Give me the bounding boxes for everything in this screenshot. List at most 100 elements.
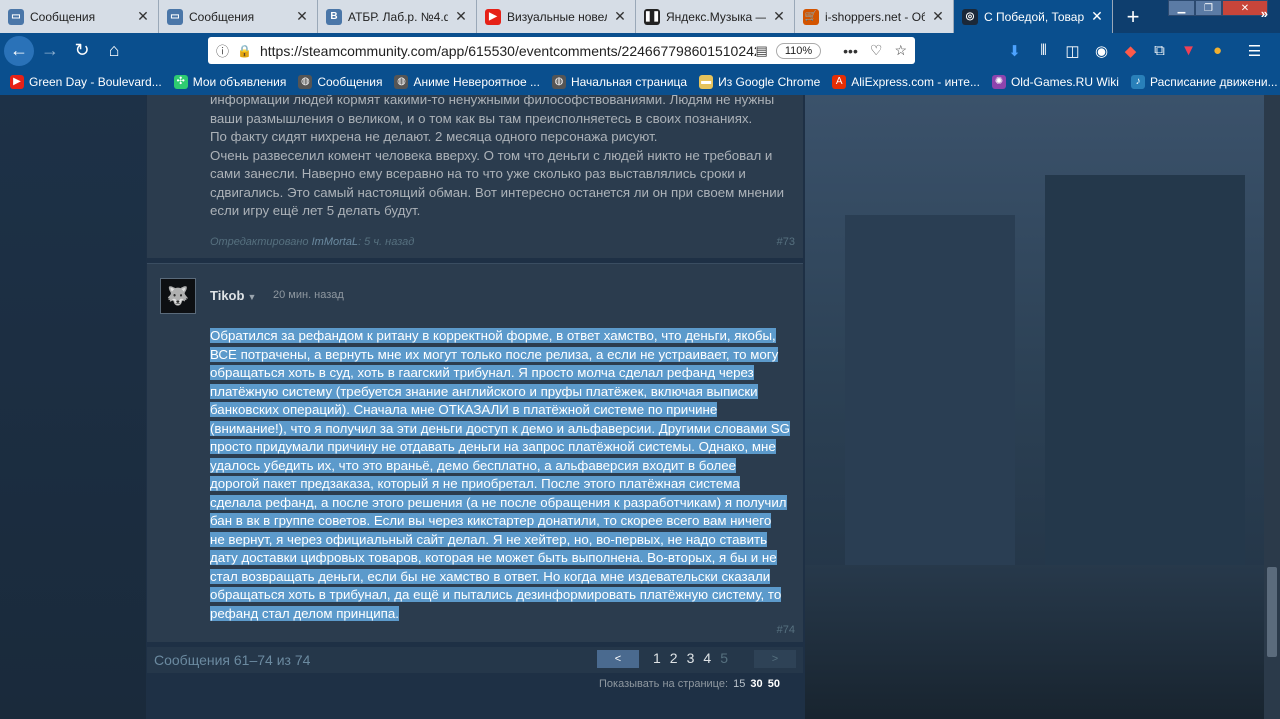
close-tab-icon[interactable]: ✕	[931, 8, 945, 25]
edited-note: Отредактировано ImMortaL: 5 ч. назад	[210, 236, 414, 248]
comment-number[interactable]: #74	[777, 624, 795, 636]
tab-5[interactable]: ❚❚ Яндекс.Музыка — р ✕	[636, 0, 795, 33]
tab-3[interactable]: В АТБР. Лаб.р. №4.do ✕	[318, 0, 477, 33]
ublock-icon[interactable]: ◆	[1116, 42, 1145, 60]
close-tab-icon[interactable]: ✕	[772, 8, 786, 25]
chevron-down-icon[interactable]: ▼	[247, 292, 256, 302]
reader-view-icon[interactable]: ▤	[756, 43, 768, 59]
close-tab-icon[interactable]: ✕	[136, 8, 150, 25]
per-page-option-50[interactable]: 50	[768, 678, 780, 690]
prev-page-button[interactable]: <	[597, 650, 639, 668]
close-tab-icon[interactable]: ✕	[1090, 8, 1104, 25]
selected-text: бан в вк в группе советов. Если вы через…	[210, 513, 772, 528]
page-link-2[interactable]: 2	[670, 650, 678, 666]
bookmark-item[interactable]: ♪ Расписание движени...	[1130, 74, 1278, 89]
bookmark-item[interactable]: ✣ Мои объявления	[173, 74, 287, 89]
chevron-right-icon[interactable]: »	[1261, 6, 1268, 21]
edited-author-link[interactable]: ImMortaL	[312, 236, 358, 248]
avatar[interactable]: 🐺	[160, 278, 196, 314]
bookmark-label[interactable]: Green Day - Boulevard...	[29, 75, 162, 89]
pocket-save-icon[interactable]: ▼	[1174, 42, 1203, 59]
close-tab-icon[interactable]: ✕	[454, 8, 468, 25]
tab-4[interactable]: ▶ Визуальные новелл ✕	[477, 0, 636, 33]
bookmark-label[interactable]: AliExpress.com - инте...	[851, 75, 980, 89]
per-page-option-30[interactable]: 30	[750, 678, 762, 690]
bookmark-label[interactable]: Из Google Chrome	[718, 75, 820, 89]
download-icon[interactable]: ⬇	[1000, 42, 1029, 60]
comment-line: (внимание!), что я получил за эти деньги…	[210, 420, 800, 439]
bookmark-item[interactable]: ◍ Аниме Невероятное ...	[394, 74, 540, 89]
forward-button[interactable]: →	[34, 36, 66, 66]
tab-1[interactable]: ▭ Сообщения ✕	[0, 0, 159, 33]
reload-button[interactable]: ↻	[66, 36, 98, 66]
back-button[interactable]: ←	[4, 35, 34, 66]
youtube-icon: ▶	[485, 8, 501, 25]
extension-icon[interactable]: ◉	[1087, 42, 1116, 60]
tab-7[interactable]: ◎ С Победой, Товари ✕	[954, 0, 1113, 33]
per-page-option-15[interactable]: 15	[733, 678, 745, 690]
tab-title[interactable]: Яндекс.Музыка — р	[666, 10, 766, 24]
bookmark-label[interactable]: Расписание движени...	[1150, 75, 1278, 89]
url-text[interactable]: https://steamcommunity.com/app/615530/ev…	[260, 43, 756, 59]
selected-text: просто придумали причину не отдавать ден…	[210, 439, 776, 454]
selected-text: стал возвращать деньги, если бы не хамст…	[210, 568, 771, 584]
selected-text: удалось убедить их, что это враньё, демо…	[210, 457, 737, 473]
library-icon[interactable]: ⫴	[1029, 42, 1058, 59]
tab-title[interactable]: АТБР. Лаб.р. №4.do	[348, 10, 448, 24]
page-link-4[interactable]: 4	[703, 650, 711, 666]
bookmark-item[interactable]: ◍ Сообщения	[298, 74, 382, 89]
page-link-3[interactable]: 3	[687, 650, 695, 666]
tab-title[interactable]: Сообщения	[189, 10, 289, 24]
background-art	[805, 95, 1264, 719]
home-button[interactable]: ⌂	[98, 36, 130, 66]
chat-icon: ▭	[167, 8, 183, 25]
author-name[interactable]: Tikob ▼	[210, 288, 256, 303]
minimize-icon[interactable]: ▁	[1168, 0, 1195, 16]
address-bar[interactable]: ⓘ 🔒 https://steamcommunity.com/app/61553…	[208, 37, 915, 64]
lock-icon[interactable]: 🔒	[237, 44, 252, 58]
comment-timestamp: 20 мин. назад	[273, 289, 344, 301]
comment-line: информации людей кормят какими-то ненужн…	[210, 95, 775, 107]
bookmark-label[interactable]: Аниме Невероятное ...	[413, 75, 540, 89]
info-icon[interactable]: ⓘ	[216, 41, 229, 60]
close-tab-icon[interactable]: ✕	[295, 8, 309, 25]
tab-title[interactable]: i-shoppers.net - Обз	[825, 10, 925, 24]
new-tab-button[interactable]: +	[1113, 0, 1153, 33]
globe-icon: ◍	[394, 74, 409, 89]
tab-6[interactable]: 🛒 i-shoppers.net - Обз ✕	[795, 0, 954, 33]
pocket-icon[interactable]: ♡	[870, 42, 883, 59]
selected-text: рефанд стал делом принципа.	[210, 605, 399, 621]
page-link-1[interactable]: 1	[653, 650, 661, 666]
tab-title[interactable]: Визуальные новелл	[507, 10, 607, 24]
tab-title[interactable]: Сообщения	[30, 10, 130, 24]
next-page-button[interactable]: >	[754, 650, 796, 668]
bookmark-item[interactable]: ◍ Начальная страница	[551, 74, 687, 89]
tab-title[interactable]: С Победой, Товари	[984, 10, 1084, 24]
bookmark-label[interactable]: Old-Games.RU Wiki	[1011, 75, 1119, 89]
tab-2[interactable]: ▭ Сообщения ✕	[159, 0, 318, 33]
sidebar-icon[interactable]: ◫	[1058, 42, 1087, 60]
scrollbar-thumb[interactable]	[1267, 567, 1277, 657]
zoom-level[interactable]: 110%	[775, 42, 822, 59]
extension-2-icon[interactable]: ●	[1203, 42, 1232, 59]
page-actions-icon[interactable]: •••	[843, 43, 858, 59]
bookmark-item[interactable]: ▶ Green Day - Boulevard...	[10, 74, 162, 89]
bookmark-star-icon[interactable]: ☆	[894, 42, 907, 59]
selected-text: платёжную систему (требуется знание англ…	[210, 383, 758, 399]
bookmark-item[interactable]: A AliExpress.com - инте...	[832, 74, 980, 89]
bookmark-label[interactable]: Начальная страница	[571, 75, 687, 89]
maximize-icon[interactable]: ❐	[1195, 0, 1222, 16]
comment-number[interactable]: #73	[777, 236, 795, 248]
bookmark-label[interactable]: Мои объявления	[193, 75, 287, 89]
bookmark-label[interactable]: Сообщения	[317, 75, 382, 89]
author-name-text[interactable]: Tikob	[210, 288, 244, 303]
translate-icon[interactable]: ⧉	[1145, 42, 1174, 59]
page-link-5[interactable]: 5	[720, 650, 728, 666]
cart-icon: 🛒	[803, 8, 819, 25]
bookmark-item[interactable]: ✺ Old-Games.RU Wiki	[991, 74, 1119, 89]
bookmark-item[interactable]: ▬ Из Google Chrome	[699, 74, 820, 89]
menu-icon[interactable]: ☰	[1240, 42, 1269, 60]
vk-icon: В	[326, 8, 342, 25]
scrollbar[interactable]	[1264, 95, 1280, 719]
close-tab-icon[interactable]: ✕	[613, 8, 627, 25]
